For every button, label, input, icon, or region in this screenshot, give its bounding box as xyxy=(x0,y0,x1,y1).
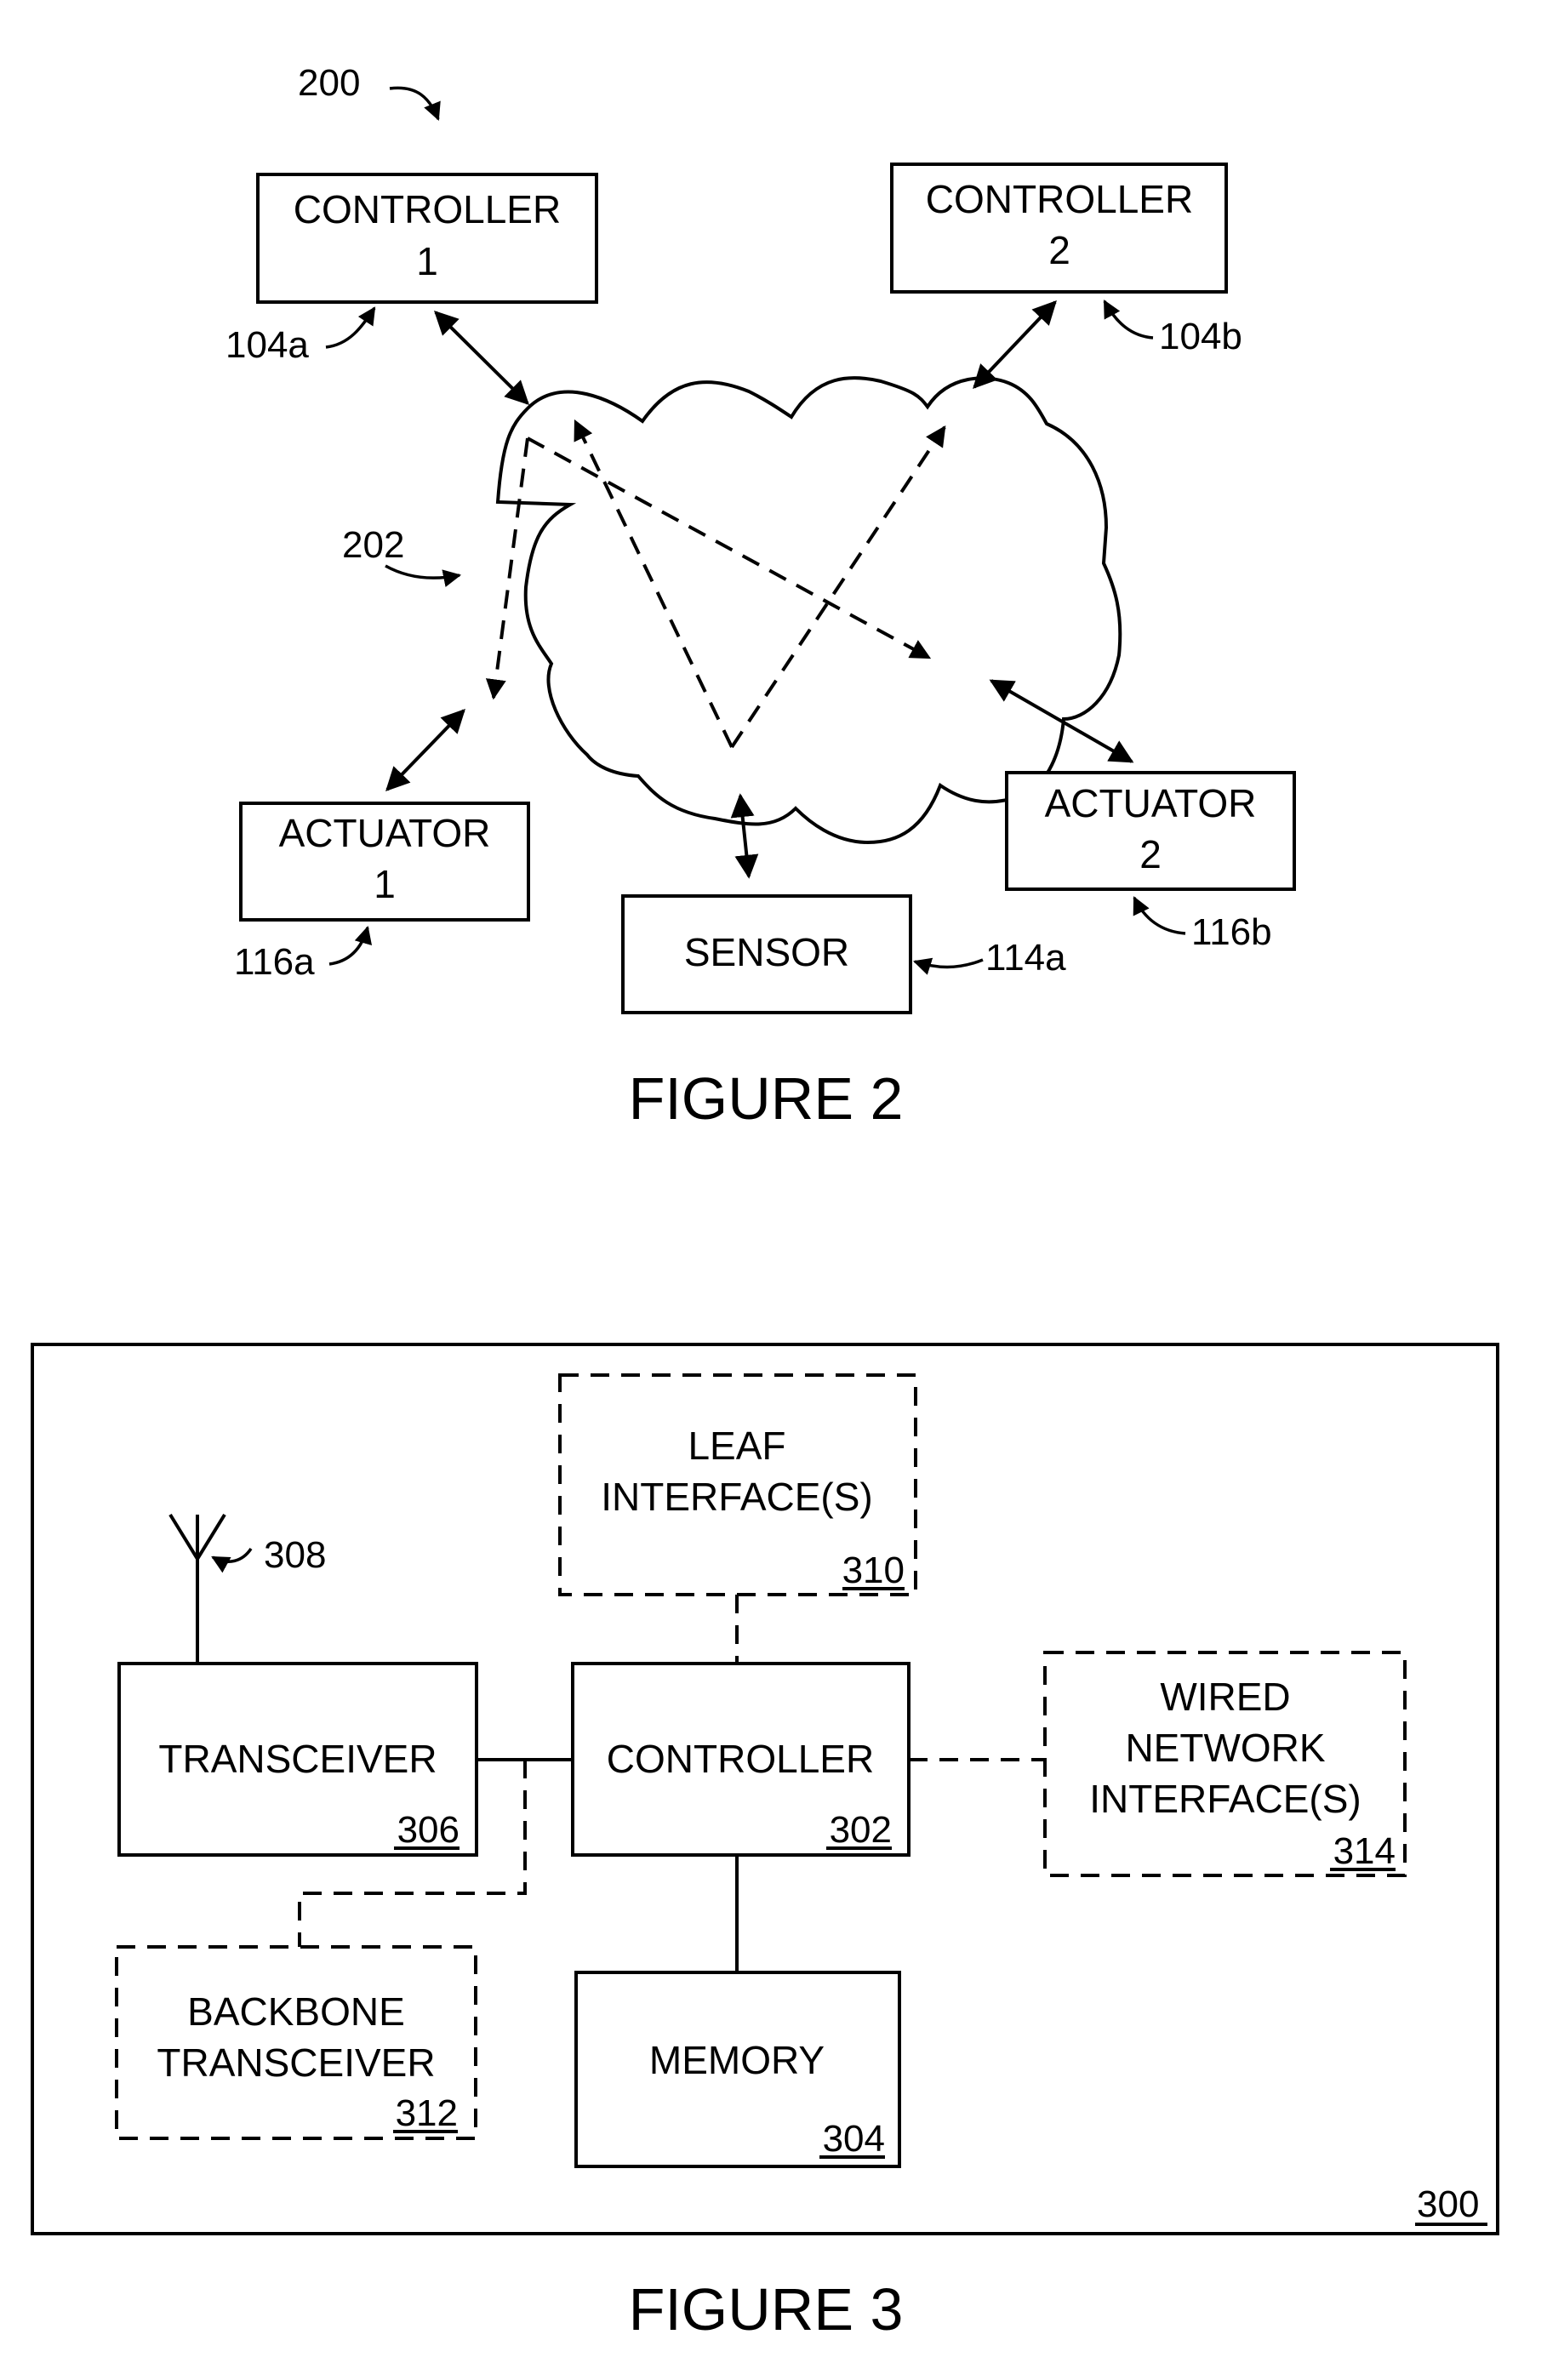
controller-1-ref-arrow xyxy=(325,306,376,349)
controller-2-ref-arrow xyxy=(1103,300,1154,340)
controller-1-ref: 104a xyxy=(225,324,309,366)
memory-ref: 304 xyxy=(823,2118,885,2160)
controller-1-number: 1 xyxy=(416,239,438,283)
wired-network-interfaces-block: WIRED NETWORK INTERFACE(S) 314 xyxy=(1043,1651,1407,1877)
transceiver-ref: 306 xyxy=(397,1809,460,1851)
controller-2-node: CONTROLLER 2 104b xyxy=(890,163,1242,357)
backbone-transceiver-ref: 312 xyxy=(396,2092,458,2134)
controller-label: CONTROLLER xyxy=(607,1737,874,1781)
actuator-2-ref: 116b xyxy=(1191,911,1272,953)
link-sensor-controller2 xyxy=(730,425,946,749)
backbone-transceiver-block: BACKBONE TRANSCEIVER 312 xyxy=(115,1945,477,2140)
wireless-network-cloud: 202 xyxy=(342,376,1122,845)
actuator-2-link-arrow xyxy=(989,679,1134,763)
wired-network-interfaces-label-2: NETWORK xyxy=(1125,1726,1325,1770)
figure-2: 200 CONTROLLER 1 104a CONTROLLER 2 104b xyxy=(225,62,1296,1132)
wired-network-interfaces-label-3: INTERFACE(S) xyxy=(1089,1777,1361,1821)
figure-2-caption: FIGURE 2 xyxy=(629,1065,904,1132)
figure-3: 300 LEAF INTERFACE(S) 310 308 TRANSCEIVE… xyxy=(31,1343,1499,2343)
network-ref: 202 xyxy=(342,524,404,566)
controller-2-number: 2 xyxy=(1048,228,1070,272)
leaf-interfaces-ref: 310 xyxy=(842,1550,905,1591)
actuator-1-label: ACTUATOR xyxy=(279,811,491,855)
actuator-1-node: ACTUATOR 1 116a xyxy=(234,802,530,983)
transceiver-block: TRANSCEIVER 306 xyxy=(117,1662,478,1857)
device-300-ref: 300 xyxy=(1417,2183,1479,2225)
antenna-ref: 308 xyxy=(264,1534,326,1576)
controller-2-link-arrow xyxy=(973,300,1057,390)
wired-network-interfaces-ref: 314 xyxy=(1333,1830,1396,1872)
sensor-link-arrow xyxy=(730,793,759,879)
transceiver-label: TRANSCEIVER xyxy=(158,1737,437,1781)
actuator-2-ref-arrow xyxy=(1133,896,1186,935)
figure-2-ref-arrow xyxy=(389,86,441,121)
actuator-2-label: ACTUATOR xyxy=(1045,781,1257,825)
figure-2-ref-label: 200 xyxy=(298,62,360,104)
memory-block: MEMORY 304 xyxy=(574,1971,901,2168)
actuator-1-number: 1 xyxy=(374,862,396,906)
controller-1-label: CONTROLLER xyxy=(294,187,561,231)
figure-3-caption: FIGURE 3 xyxy=(629,2276,904,2343)
controller-ref: 302 xyxy=(830,1809,892,1851)
backbone-transceiver-label-1: BACKBONE xyxy=(187,1989,405,2034)
network-ref-arrow xyxy=(385,564,462,587)
leaf-interfaces-label-1: LEAF xyxy=(688,1424,785,1468)
sensor-label: SENSOR xyxy=(684,930,849,974)
controller-2-ref: 104b xyxy=(1159,316,1242,357)
actuator-2-number: 2 xyxy=(1139,832,1162,876)
controller-2-label: CONTROLLER xyxy=(926,177,1193,221)
actuator-1-ref: 116a xyxy=(234,941,315,983)
memory-label: MEMORY xyxy=(649,2038,825,2082)
link-sensor-controller1 xyxy=(574,419,734,748)
actuator-1-link-arrow xyxy=(385,708,465,792)
actuator-2-node: ACTUATOR 2 116b xyxy=(1005,771,1296,953)
sensor-ref: 114a xyxy=(985,937,1066,979)
sensor-ref-arrow xyxy=(912,957,984,975)
patent-drawing-sheet: 200 CONTROLLER 1 104a CONTROLLER 2 104b xyxy=(31,62,1499,2343)
controller-1-node: CONTROLLER 1 104a xyxy=(225,173,598,366)
backbone-transceiver-label-2: TRANSCEIVER xyxy=(157,2040,435,2085)
wired-network-interfaces-label-1: WIRED xyxy=(1160,1675,1290,1719)
sensor-node: SENSOR 114a xyxy=(621,894,1066,1014)
controller-1-link-arrow xyxy=(434,311,529,405)
actuator-1-ref-arrow xyxy=(328,925,373,966)
controller-block: CONTROLLER 302 xyxy=(571,1662,911,1857)
link-controller1-actuator2 xyxy=(527,437,932,659)
leaf-interfaces-block: LEAF INTERFACE(S) 310 xyxy=(558,1373,917,1596)
leaf-interfaces-label-2: INTERFACE(S) xyxy=(601,1475,872,1519)
